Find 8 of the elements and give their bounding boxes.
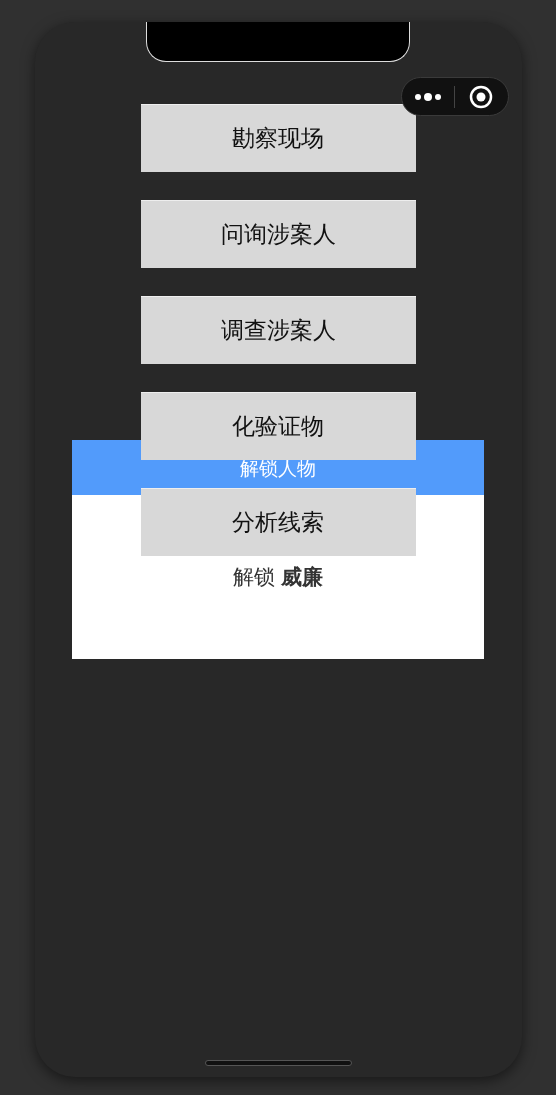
menu-button[interactable]: 分析线索 — [140, 488, 416, 556]
dialog-message: 解锁 威廉 — [232, 564, 324, 591]
menu-button[interactable]: 问询涉案人 — [140, 200, 416, 268]
more-icon[interactable] — [413, 91, 442, 102]
menu-button[interactable]: 调查涉案人 — [140, 296, 416, 364]
close-icon[interactable] — [469, 84, 494, 109]
menu-button[interactable]: 勘察现场 — [140, 104, 416, 172]
menu-button[interactable]: 化验证物 — [140, 392, 416, 460]
